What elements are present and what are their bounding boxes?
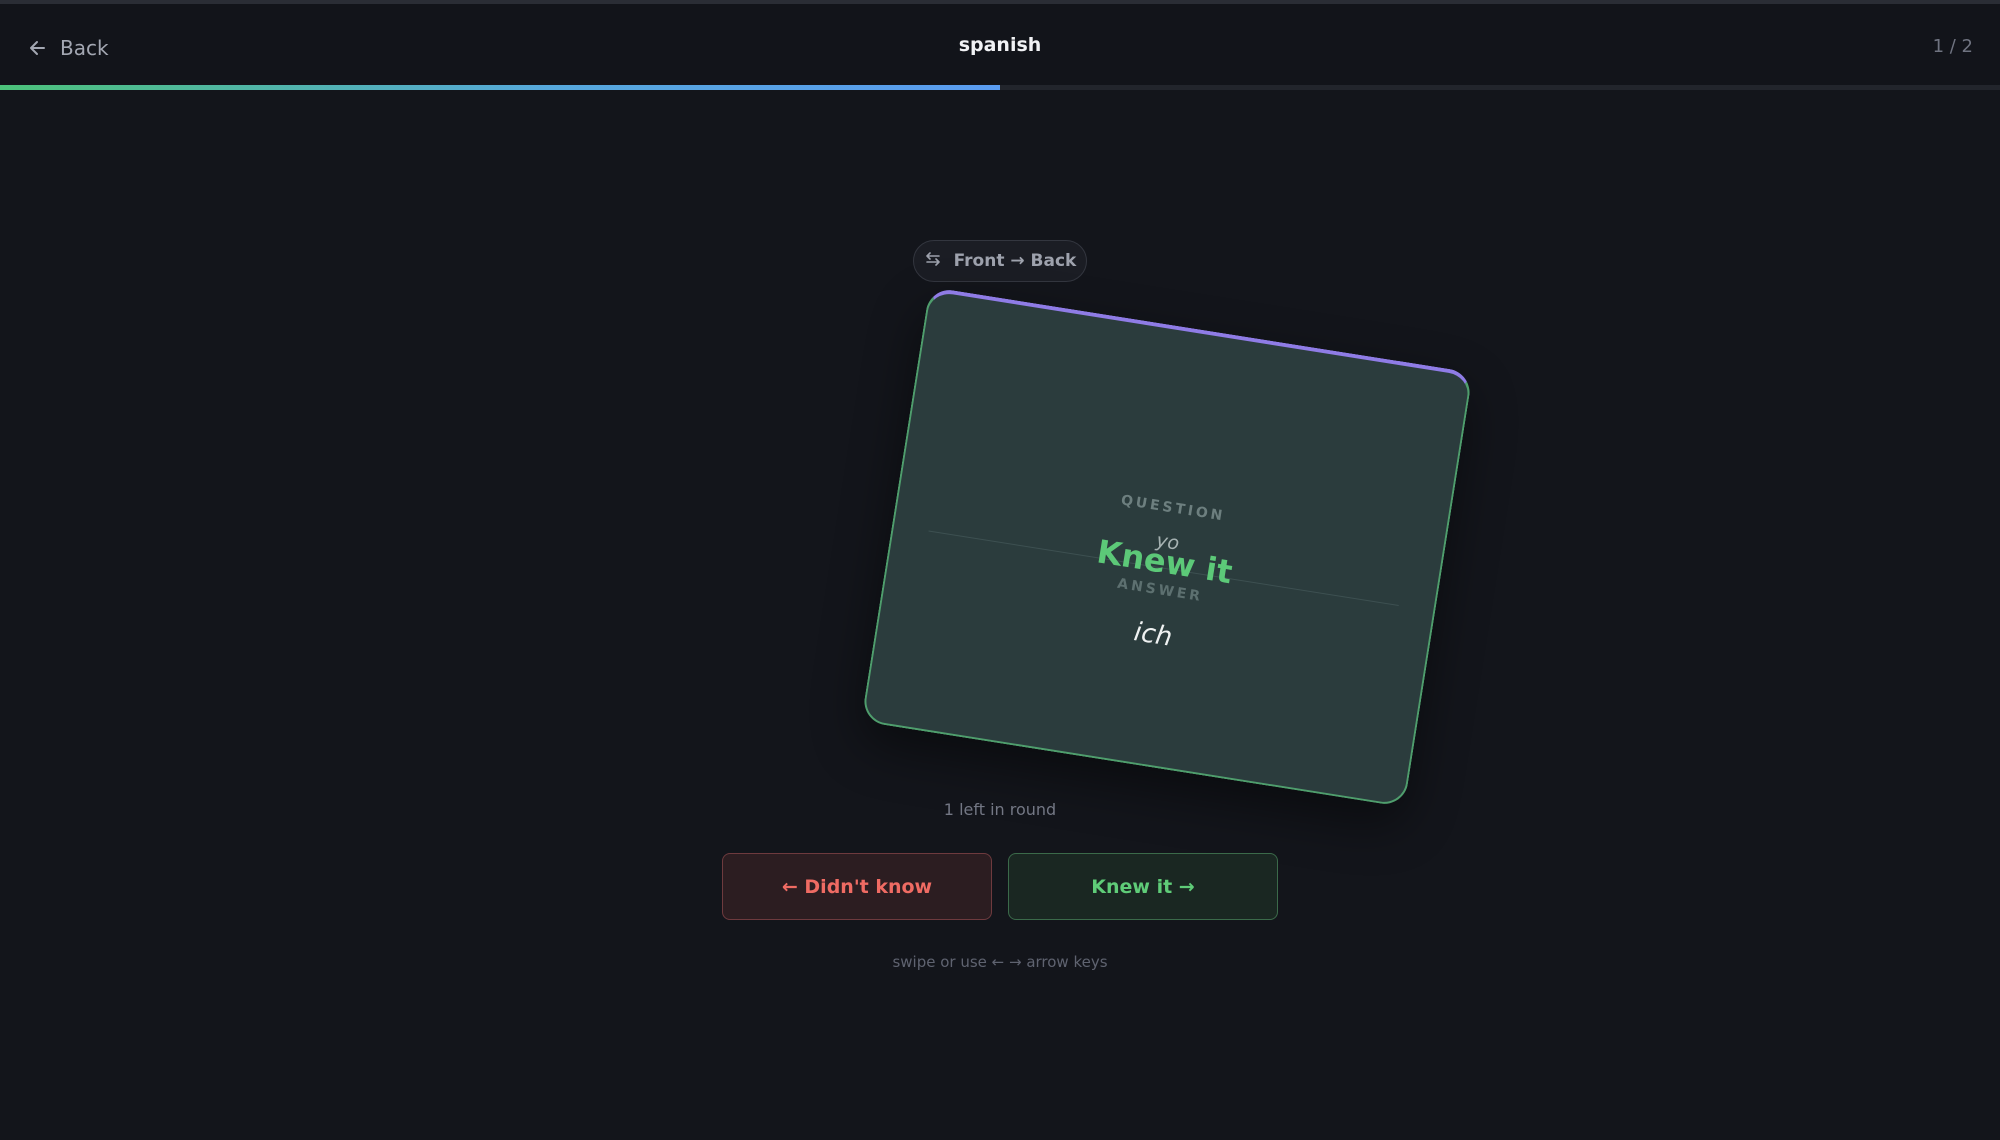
knew-it-button[interactable]: Knew it → [1008, 853, 1278, 920]
didnt-know-button[interactable]: ← Didn't know [722, 853, 992, 920]
flashcard[interactable]: QUESTION yo ANSWER ich Knew it [860, 286, 1474, 808]
swap-arrows-icon [924, 250, 942, 273]
direction-label: Front → Back [953, 251, 1077, 271]
flashcard-face: QUESTION yo ANSWER ich Knew it [860, 286, 1474, 808]
card-counter: 1 / 2 [1932, 36, 1973, 57]
deck-title: spanish [958, 34, 1042, 56]
progress-fill [0, 85, 1000, 90]
direction-toggle[interactable]: Front → Back [913, 240, 1087, 282]
keyboard-hint: swipe or use ← → arrow keys [892, 953, 1108, 971]
progress-bar [0, 85, 2000, 90]
header-bar: Back spanish 1 / 2 [0, 4, 2000, 86]
remaining-count: 1 left in round [943, 800, 1057, 819]
